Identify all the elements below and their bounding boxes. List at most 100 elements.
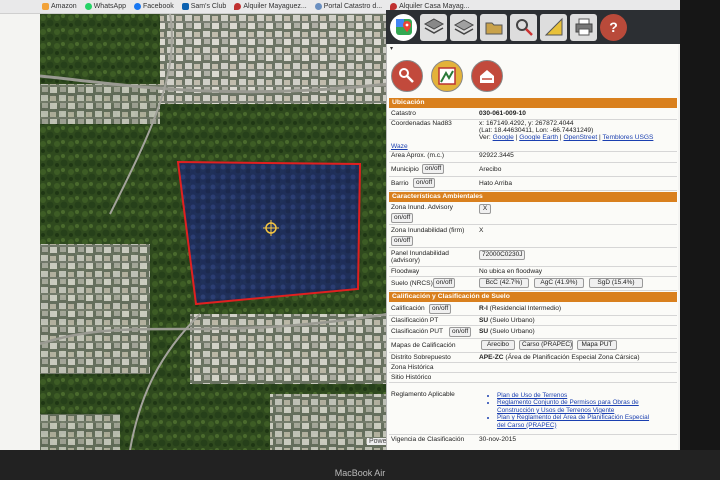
reglamento-label: Reglamento Aplicable (391, 391, 455, 398)
zona-hist-label: Zona Histórica (391, 364, 434, 371)
area-label: Area Aprox. (m.c.) (391, 152, 445, 159)
measure-button[interactable] (540, 13, 567, 41)
row-sitio-historico: Sitio Histórico (389, 373, 677, 383)
google-earth-link[interactable]: Google Earth (519, 134, 558, 141)
folder-button[interactable] (480, 13, 507, 41)
coords-label: Coordenadas Nad83 (391, 120, 452, 127)
distrito-label: Distrito Sobrepuesto (391, 354, 451, 361)
help-icon: ? (609, 19, 618, 35)
folder-icon (485, 22, 502, 35)
zona-inund-adv-label: Zona Inund. Advisory (391, 204, 453, 211)
mapa-put-button[interactable]: Mapa PUT (577, 340, 617, 350)
satellite-map[interactable] (40, 14, 388, 450)
suelo-agc-button[interactable]: AgC (41.9%) (534, 278, 584, 288)
zona-inund-firm-toggle-button[interactable]: on/off (391, 236, 414, 246)
row-panel-inund: Panel Inundabilidad (advisory) 72000C023… (389, 248, 677, 267)
clas-put-value: SU (Suelo Urbano) (479, 328, 535, 335)
row-vigencia: Vigencia de Clasificación 30-nov-2015 (389, 435, 677, 445)
print-button[interactable] (570, 13, 597, 41)
row-zona-inund-advisory: Zona Inund. Advisory on/off X (389, 203, 677, 225)
reglamento-link-conjunto[interactable]: Reglamento Conjunto de Permisos para Obr… (497, 399, 649, 414)
layers-button[interactable] (420, 13, 447, 41)
row-zona-inund-firm: Zona Inundabilidad (firm) on/off X (389, 225, 677, 248)
temblores-usgs-link[interactable]: Temblores USGS (602, 134, 653, 141)
help-button[interactable]: ? (600, 13, 627, 41)
clas-pt-value: SU (Suelo Urbano) (479, 317, 535, 324)
pin-icon (234, 3, 242, 10)
municipio-value: Arecibo (479, 166, 502, 173)
municipio-label: Municipio (391, 166, 419, 173)
google-link[interactable]: Google (493, 134, 514, 141)
suelo-toggle-button[interactable]: on/off (433, 278, 456, 288)
clas-put-toggle-button[interactable]: on/off (449, 327, 472, 337)
bookmark-whatsapp[interactable]: WhatsApp (84, 3, 126, 10)
bookmark-alquiler-mayaguez[interactable]: Alquiler Mayaguez... (234, 3, 307, 10)
row-zona-historica: Zona Histórica (389, 363, 677, 373)
zona-inund-firm-label: Zona Inundabilidad (firm) (391, 227, 465, 234)
barrio-value: Hato Arriba (479, 180, 512, 187)
collapse-icon[interactable]: ▾ (390, 45, 393, 52)
bookmark-sams-club[interactable]: Sam's Club (181, 3, 226, 10)
basemap-icon (453, 19, 474, 35)
reglamento-link-plan-uso[interactable]: Plan de Uso de Terrenos (497, 392, 649, 399)
section-calificacion: Calificación y Clasificación de Suelo (389, 292, 677, 302)
suelo-sgd-button[interactable]: SgD (15.4%) (589, 278, 643, 288)
zona-inund-adv-toggle-button[interactable]: on/off (391, 213, 414, 223)
bookmark-alquiler-casa[interactable]: Alquiler Casa Mayag... (390, 3, 470, 10)
property-button[interactable] (471, 60, 503, 92)
floodway-value: No ubica en floodway (479, 268, 543, 275)
municipio-toggle-button[interactable]: on/off (422, 164, 445, 174)
suelo-bcc-button[interactable]: BcC (42.7%) (479, 278, 529, 288)
openstreet-link[interactable]: OpenStreet (563, 134, 597, 141)
bookmark-amazon[interactable]: Amazon (42, 3, 77, 10)
waze-link-wrap: Waze (391, 143, 408, 150)
bookmark-facebook[interactable]: Facebook (133, 3, 174, 10)
panel-inund-label: Panel Inundabilidad (advisory) (391, 250, 449, 264)
clas-put-desc: (Suelo Urbano) (490, 328, 535, 335)
calif-toggle-button[interactable]: on/off (429, 304, 452, 314)
row-barrio: Barrio on/off Hato Arriba (389, 177, 677, 191)
waze-link[interactable]: Waze (391, 143, 408, 150)
reglamento-link-prapec[interactable]: Plan y Reglamento del Área de Planificac… (497, 414, 649, 429)
bookmark-portal-catastro[interactable]: Portal Catastro d... (314, 3, 382, 10)
clas-pt-desc: (Suelo Urbano) (490, 317, 535, 324)
section-ubicacion: Ubicación (389, 98, 677, 108)
zona-inund-adv-value: X (479, 204, 491, 214)
row-mapas-calificacion: Mapas de Calificación Arecibo Carso (PRA… (389, 339, 677, 353)
barrio-toggle-button[interactable]: on/off (413, 178, 436, 188)
map-toolbar: ? (386, 10, 680, 44)
row-distrito: Distrito Sobrepuesto APE-ZC (Área de Pla… (389, 353, 677, 363)
row-calificacion: Calificación on/off R-I (Residencial Int… (389, 303, 677, 316)
crim-button[interactable] (431, 60, 463, 92)
distrito-desc: (Área de Planificación Especial Zona Cár… (505, 354, 640, 361)
clas-pt-label: Clasificación PT (391, 317, 439, 324)
coords-latlon: (Lat: 18.44630411, Lon: -66.74431249) (479, 127, 594, 134)
mapa-arecibo-button[interactable]: Arecibo (481, 340, 515, 350)
row-suelo: Suelo (NRCS) on/off BcC (42.7%) AgC (41.… (389, 277, 677, 291)
reglamento-list: Plan de Uso de Terrenos Reglamento Conju… (489, 392, 649, 429)
basemap-button[interactable] (450, 13, 477, 41)
catastro-label: Catastro (391, 110, 416, 117)
google-maps-button[interactable] (390, 13, 417, 41)
link-tool-button[interactable] (391, 60, 423, 92)
amazon-icon (42, 3, 49, 10)
row-coordenadas: Coordenadas Nad83 x: 167149.4292, y: 267… (389, 120, 677, 152)
search-button[interactable] (510, 13, 537, 41)
area-value: 92922.3445 (479, 152, 514, 159)
ver-label: Ver: (479, 134, 491, 141)
section-ambientales: Características Ambientales (389, 192, 677, 202)
row-reglamento: Reglamento Aplicable Plan de Uso de Terr… (389, 383, 677, 435)
whatsapp-icon (84, 3, 92, 10)
distrito-code: APE-ZC (479, 354, 504, 361)
search-icon (515, 19, 533, 36)
row-clasificacion-put: Clasificación PUT on/off SU (Suelo Urban… (389, 326, 677, 339)
mapa-carso-button[interactable]: Carso (PRAPEC) (519, 340, 573, 350)
calif-desc: (Residencial Intermedio) (489, 305, 562, 312)
panel-inund-value[interactable]: 72000C0230J (479, 250, 526, 260)
house-icon (480, 70, 494, 83)
calif-code: R-I (479, 305, 488, 312)
facebook-icon (133, 3, 141, 10)
sitio-hist-label: Sitio Histórico (391, 374, 432, 381)
screen-edge (680, 0, 720, 480)
map-canvas[interactable] (40, 14, 388, 450)
